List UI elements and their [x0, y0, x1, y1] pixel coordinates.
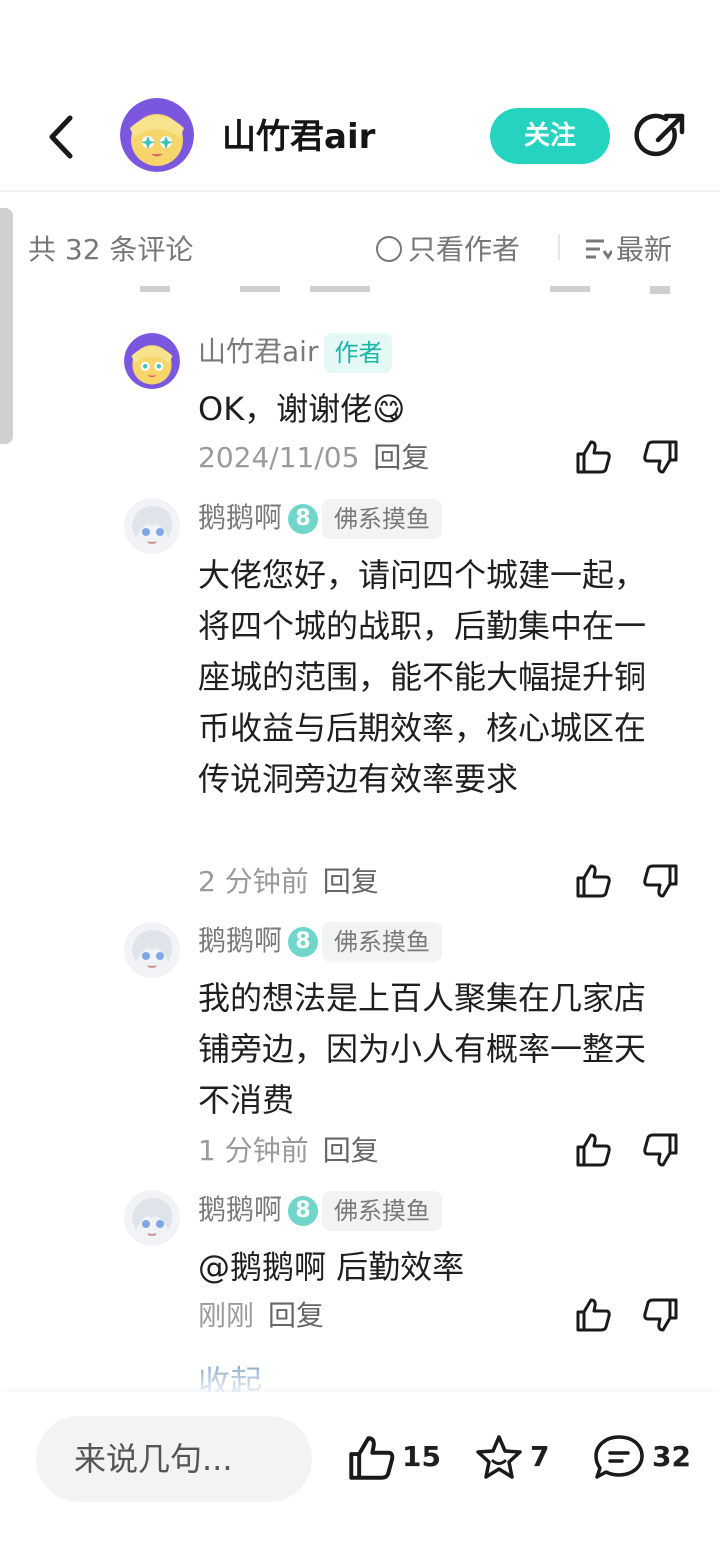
favorite-count: 7: [530, 1440, 550, 1473]
like-icon[interactable]: [574, 862, 612, 900]
reply-button[interactable]: 回复: [373, 441, 429, 474]
list-fade-overlay: [0, 1340, 720, 1392]
comment-count: 共 32 条评论: [28, 233, 194, 266]
comment-time: 1 分钟前: [198, 1134, 309, 1167]
comment-time: 刚刚: [198, 1299, 255, 1332]
reply-button[interactable]: 回复: [268, 1299, 324, 1332]
comment-text: 我的想法是上百人聚集在几家店铺旁边，因为小人有概率一整天不消费: [198, 979, 647, 1119]
commenter-avatar[interactable]: [124, 1190, 180, 1246]
comment-time: 2 分钟前: [198, 865, 309, 898]
like-post-button[interactable]: 15: [346, 1432, 441, 1482]
like-icon[interactable]: [574, 1131, 612, 1169]
group-badge: 佛系摸鱼: [322, 1191, 443, 1231]
commenter-name[interactable]: 山竹君air: [198, 335, 318, 368]
only-author-toggle[interactable]: 只看作者: [376, 228, 520, 268]
like-count: 15: [402, 1440, 441, 1473]
clipped-previous-row: [140, 286, 700, 302]
comment-meta: 1 分钟前 回复: [198, 1131, 379, 1171]
share-icon[interactable]: [634, 110, 688, 164]
level-badge: 8: [288, 504, 319, 534]
sort-icon: [586, 239, 614, 260]
comment-text: OK，谢谢佬😋: [198, 390, 406, 428]
sort-toggle[interactable]: 最新: [584, 228, 672, 268]
dislike-icon[interactable]: [642, 862, 680, 900]
commenter-name[interactable]: 鹅鹅啊: [198, 1193, 282, 1226]
commenter-name-row: 鹅鹅啊 8 佛系摸鱼: [198, 1190, 443, 1231]
author-avatar[interactable]: [120, 98, 194, 172]
sort-label: 最新: [616, 233, 673, 266]
comment-text: @鹅鹅啊 后勤效率: [198, 1248, 465, 1286]
back-arrow-icon[interactable]: [40, 112, 84, 162]
comment-meta: 2024/11/05 回复: [198, 438, 429, 478]
follow-button[interactable]: 关注: [490, 108, 610, 164]
commenter-name-row: 山竹君air 作者: [198, 332, 393, 373]
bottom-action-bar: 来说几句... 15 7 32: [0, 1392, 720, 1563]
commenter-avatar[interactable]: [124, 922, 180, 978]
author-name: 山竹君air: [222, 117, 376, 157]
comment-meta: 2 分钟前 回复: [198, 862, 379, 902]
commenter-name-row: 鹅鹅啊 8 佛系摸鱼: [198, 921, 443, 962]
favorite-button[interactable]: 7: [474, 1432, 549, 1482]
bar-separator: [558, 234, 560, 260]
comment-meta: 刚刚 回复: [198, 1296, 324, 1336]
comment-text: 大佬您好，请问四个城建一起，将四个城的战职，后勤集中在一座城的范围，能不能大幅提…: [198, 556, 647, 798]
group-badge: 佛系摸鱼: [322, 499, 443, 539]
comment-input[interactable]: 来说几句...: [36, 1416, 312, 1502]
author-badge: 作者: [324, 333, 393, 373]
commenter-avatar[interactable]: [124, 333, 180, 389]
level-badge: 8: [288, 1196, 319, 1226]
dislike-icon[interactable]: [642, 1131, 680, 1169]
comment-time: 2024/11/05: [198, 441, 360, 474]
comments-button[interactable]: 32: [592, 1432, 691, 1482]
header-divider: [0, 190, 720, 192]
dislike-icon[interactable]: [642, 1296, 680, 1334]
commenter-name[interactable]: 鹅鹅啊: [198, 924, 282, 957]
like-icon[interactable]: [574, 1296, 612, 1334]
radio-circle-icon: [376, 236, 402, 262]
star-icon: [476, 1435, 522, 1479]
level-badge: 8: [288, 927, 319, 957]
comment-bubble-icon: [594, 1435, 644, 1479]
dislike-icon[interactable]: [642, 438, 680, 476]
commenter-name[interactable]: 鹅鹅啊: [198, 501, 282, 534]
commenter-name-row: 鹅鹅啊 8 佛系摸鱼: [198, 498, 443, 539]
comment-count-footer: 32: [652, 1440, 691, 1473]
comment-filter-bar: 共 32 条评论 只看作者 最新: [0, 222, 720, 270]
only-author-label: 只看作者: [408, 233, 521, 266]
reply-button[interactable]: 回复: [323, 1134, 379, 1167]
group-badge: 佛系摸鱼: [322, 922, 443, 962]
like-icon: [349, 1436, 395, 1480]
like-icon[interactable]: [574, 438, 612, 476]
top-header: 山竹君air 关注: [0, 88, 720, 188]
commenter-avatar[interactable]: [124, 498, 180, 554]
reply-button[interactable]: 回复: [323, 865, 379, 898]
